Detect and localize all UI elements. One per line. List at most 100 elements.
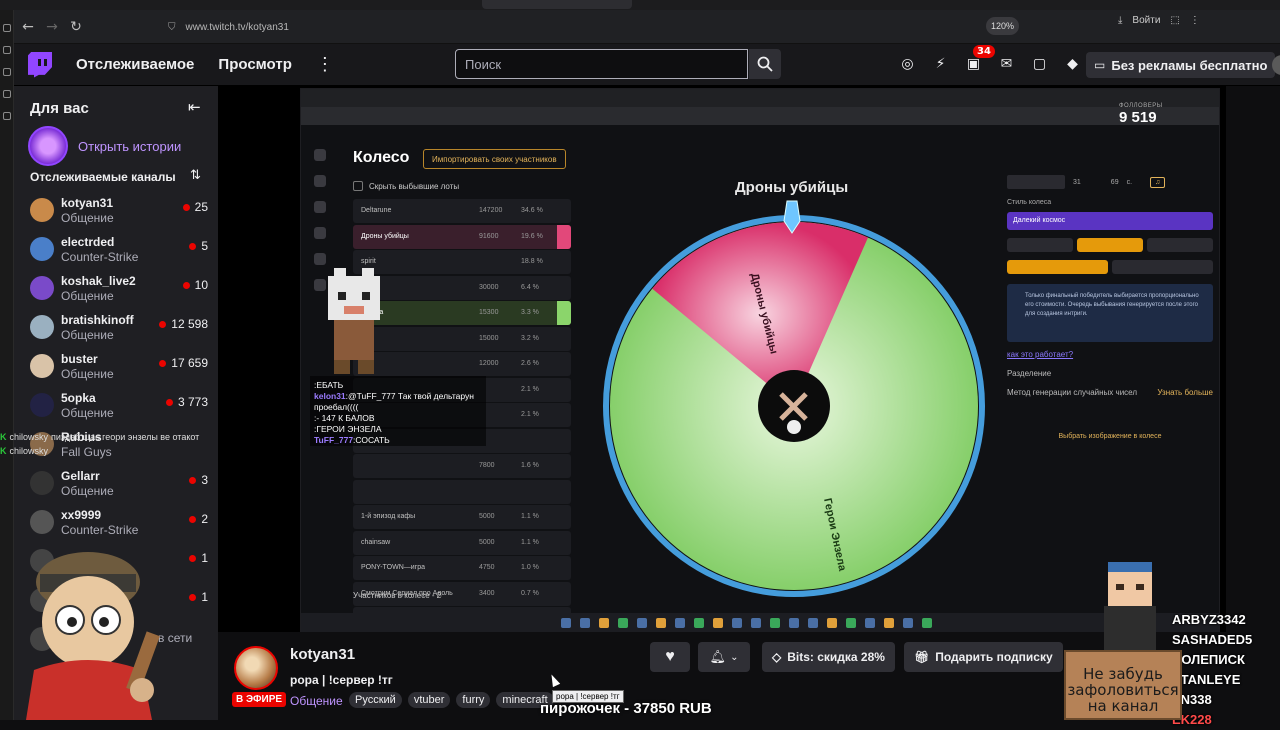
download-icon[interactable]: ⤓ (1118, 15, 1122, 26)
channel-game: Общение (61, 406, 114, 420)
turbo-icon[interactable]: ⚡ (931, 54, 950, 73)
lot-percent: 2.1 % (521, 411, 539, 418)
lot-name: Deltarune (361, 207, 392, 214)
inbox-icon[interactable]: ▣ 34 (964, 45, 995, 73)
lot-percent: 34.6 % (521, 207, 543, 214)
streamer-name[interactable]: kotyan31 (290, 646, 355, 663)
stream-tags: Русский vtuber furry minecraft (349, 692, 554, 708)
channel-name: Gellarr (61, 469, 100, 483)
overlay-chat-message: TuFF_777:СОСАТЬ (314, 435, 390, 445)
mail-icon[interactable]: ✉ (997, 54, 1016, 73)
twitch-logo-icon[interactable] (28, 51, 52, 78)
lot-name: PONY-TOWN—игра (361, 564, 426, 571)
viewer-count: 5 (201, 239, 208, 253)
lot-name: chainsaw (361, 538, 391, 546)
login-button[interactable]: Войти (1132, 15, 1160, 26)
browser-right-controls: ⤓ Войти ⬚ ⋮ (1118, 15, 1200, 26)
collapse-icon[interactable]: ⇤ (188, 98, 201, 116)
cartoon-character-overlay (26, 552, 160, 720)
time-unit: с. (1126, 178, 1133, 186)
tag-chip[interactable]: furry (456, 692, 491, 708)
side-chat-user: chilowsky (9, 432, 49, 442)
overlay-chat-message: :ГЕРОИ ЭНЗЕЛА (314, 424, 382, 434)
nav-browse[interactable]: Просмотр (218, 56, 291, 73)
search-input[interactable] (455, 49, 748, 79)
sidebar-channel-8[interactable]: xx9999 Counter-Strike 2 (14, 502, 218, 541)
live-badge: В ЭФИРЕ (232, 692, 287, 707)
lot-percent: 18.8 % (521, 258, 543, 265)
back-icon[interactable]: ← (16, 15, 40, 39)
bits-gem-icon: ◇ (772, 650, 782, 664)
bits-button[interactable]: ◇ Bits: скидка 28% (762, 642, 895, 672)
channel-game: Counter-Strike (61, 250, 139, 264)
whispers-icon[interactable]: ▢ (1030, 54, 1049, 73)
channel-viewers: 12 598 (159, 317, 208, 331)
lot-percent: 2.6 % (521, 360, 539, 367)
follower-counter-value: 9 519 (1119, 109, 1157, 126)
streamer-avatar[interactable] (234, 646, 278, 690)
followed-channels-heading: Отслеживаемые каналы (30, 170, 176, 184)
overlay-chat-text: ГЕРОИ ЭНЗЕЛА (316, 424, 382, 434)
menu-icon[interactable]: ⋮ (1190, 15, 1200, 26)
top-icon-group: ◎ ⚡ ▣ 34 ✉ ▢ ◆ (898, 45, 1082, 73)
stream-category[interactable]: Общение (290, 694, 343, 708)
gift-sub-button[interactable]: 🎁︎ Подарить подписку (904, 642, 1063, 672)
lot-percent: 3.2 % (521, 334, 539, 342)
mouse-cursor-icon (547, 672, 561, 688)
more-icon[interactable]: ⋮ (316, 54, 334, 75)
browser-toolbar: ← → ↻ ⛉ www.twitch.tv/kotyan31 120% ⤓ Во… (0, 10, 1280, 44)
channel-avatar (30, 315, 54, 339)
twitch-top-nav: Отслеживаемое Просмотр ⋮ ◎ ⚡ ▣34 ✉ ▢ ◆ ▭… (14, 44, 1280, 86)
search-button[interactable] (749, 49, 781, 79)
notifications-badge: 34 (973, 45, 995, 58)
zoom-level[interactable]: 120% (986, 17, 1020, 35)
sidebar-channel-7[interactable]: Gellarr Общение 3 (14, 463, 218, 502)
side-chat-overlay: Kchilowsky пиздаб щас геори энзелы ве ота… (0, 430, 199, 458)
sidebar-channel-1[interactable]: electrded Counter-Strike 5 (14, 229, 218, 268)
captured-browser-tabs (301, 89, 1219, 107)
extensions-icon[interactable]: ⬚ (1170, 15, 1179, 26)
sidebar-channel-3[interactable]: bratishkinoff Общение 12 598 (14, 307, 218, 346)
video-player[interactable]: ФОЛЛОВЕРЫ 9 519 Колесо Импортировать сво… (218, 86, 1226, 632)
time-input-a: 31 (1073, 178, 1081, 186)
overlay-chat-user: TuFF_777 (314, 435, 354, 445)
lot-points: 5000 (479, 513, 495, 520)
follow-button[interactable]: ♥ (650, 642, 690, 672)
forward-icon[interactable]: → (40, 15, 64, 39)
browser-active-tab[interactable] (482, 0, 632, 9)
open-stories-button[interactable]: Открыть истории (28, 126, 181, 166)
lot-name: spirit (361, 258, 376, 265)
wheel-page-title: Колесо (353, 149, 410, 166)
no-ads-button[interactable]: ▭ Без рекламы бесплатно (1086, 52, 1276, 78)
lot-points: 5000 (479, 538, 495, 546)
minecraft-skin-overlay (1104, 562, 1156, 652)
overlay-chat-text: СОСАТЬ (355, 435, 390, 445)
sort-icon[interactable]: ⇅ (190, 168, 201, 183)
nav-following[interactable]: Отслеживаемое (76, 56, 194, 73)
sidebar-channel-5[interactable]: 5opka Общение 3 773 (14, 385, 218, 424)
channel-avatar (30, 237, 54, 261)
tag-chip[interactable]: vtuber (407, 692, 451, 708)
overlay-chat-text: ЕБАТЬ (316, 380, 344, 390)
lot-percent: 1.1 % (521, 538, 539, 546)
ads-icon: ▭ (1094, 58, 1106, 72)
lot-points: 147200 (479, 207, 503, 214)
viewer-count: 12 598 (171, 317, 208, 331)
notifications-toggle[interactable]: 🔔︎ ⌄ (698, 642, 750, 672)
rng-row: Метод генерации случайных чисел Узнать б… (1007, 388, 1213, 397)
lot-percent: 0.7 % (521, 589, 539, 597)
sidebar-channel-4[interactable]: buster Общение 17 659 (14, 346, 218, 385)
sidebar-channel-2[interactable]: koshak_live2 Общение 10 (14, 268, 218, 307)
bits-icon[interactable]: ◆ (1063, 54, 1082, 73)
recent-subs-overlay: ARBYZ3342 SASHADED5 ПОЛЕПИСК STANLEYE EN338 E… (1172, 610, 1252, 730)
reload-icon[interactable]: ↻ (64, 15, 88, 39)
lot-percent: 1.1 % (521, 513, 539, 520)
stories-avatar (28, 126, 68, 166)
channel-game: Общение (61, 367, 114, 381)
tag-chip[interactable]: Русский (349, 692, 402, 708)
address-bar[interactable]: ⛉ www.twitch.tv/kotyan31 (168, 15, 1038, 39)
follower-counter: ФОЛЛОВЕРЫ 9 519 (1119, 103, 1163, 126)
sidebar-channel-0[interactable]: kotyan31 Общение 25 (14, 190, 218, 229)
prime-icon[interactable]: ◎ (898, 54, 917, 73)
lot-points: 30000 (479, 283, 499, 291)
